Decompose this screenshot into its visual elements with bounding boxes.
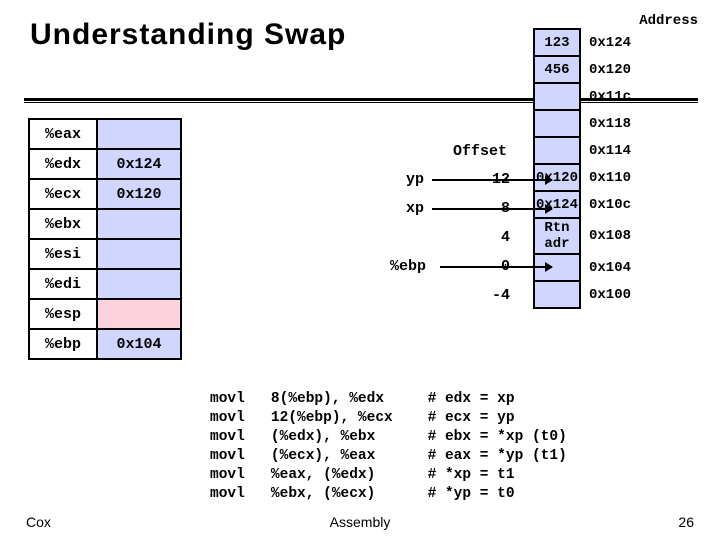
arrow-icon xyxy=(440,266,552,268)
assembly-code: movl 8(%ebp), %edx # edx = xp movl 12(%e… xyxy=(210,390,567,504)
table-row: %edx0x124 xyxy=(29,149,181,179)
footer-center: Assembly xyxy=(0,514,720,530)
reg-name: %eax xyxy=(29,119,97,149)
reg-name: %esp xyxy=(29,299,97,329)
mem-cell: 0x120 xyxy=(534,164,580,191)
off-label: xp xyxy=(406,200,424,217)
mem-cell xyxy=(534,110,580,137)
mem-addr: 0x114 xyxy=(580,137,633,164)
table-row: %ecx0x120 xyxy=(29,179,181,209)
reg-name: %ecx xyxy=(29,179,97,209)
off-value: 4 xyxy=(480,229,510,246)
page-title: Understanding Swap xyxy=(30,18,346,52)
table-row: 0x100 xyxy=(534,281,633,308)
mem-addr: 0x104 xyxy=(580,254,633,281)
mem-cell: 0x124 xyxy=(534,191,580,218)
mem-addr: 0x124 xyxy=(580,29,633,56)
mem-addr: 0x118 xyxy=(580,110,633,137)
reg-value xyxy=(97,239,181,269)
mem-cell xyxy=(534,281,580,308)
reg-value xyxy=(97,209,181,239)
off-label: yp xyxy=(406,171,424,188)
reg-name: %ebx xyxy=(29,209,97,239)
reg-value: 0x104 xyxy=(97,329,181,359)
reg-name: %edi xyxy=(29,269,97,299)
mem-addr: 0x11c xyxy=(580,83,633,110)
mem-cell xyxy=(534,137,580,164)
reg-value: 0x124 xyxy=(97,149,181,179)
table-row: 0x114 xyxy=(534,137,633,164)
reg-value xyxy=(97,119,181,149)
offset-header: Offset xyxy=(453,143,507,160)
reg-value xyxy=(97,269,181,299)
mem-addr: 0x10c xyxy=(580,191,633,218)
mem-cell xyxy=(534,83,580,110)
table-row: 1230x124 xyxy=(534,29,633,56)
table-row: 4560x120 xyxy=(534,56,633,83)
reg-name: %ebp xyxy=(29,329,97,359)
address-header: Address xyxy=(639,14,698,29)
mem-addr: 0x110 xyxy=(580,164,633,191)
arrow-icon xyxy=(432,208,552,210)
table-row: Rtn adr0x108 xyxy=(534,218,633,254)
off-label: %ebp xyxy=(390,258,426,275)
table-row: %eax xyxy=(29,119,181,149)
table-row: %esi xyxy=(29,239,181,269)
mem-addr: 0x100 xyxy=(580,281,633,308)
off-value: -4 xyxy=(480,287,510,304)
reg-value: 0x120 xyxy=(97,179,181,209)
mem-addr: 0x120 xyxy=(580,56,633,83)
reg-name: %esi xyxy=(29,239,97,269)
table-row: %ebx xyxy=(29,209,181,239)
table-row: 0x118 xyxy=(534,110,633,137)
table-row: %edi xyxy=(29,269,181,299)
table-row: %esp xyxy=(29,299,181,329)
register-table: %eax %edx0x124 %ecx0x120 %ebx %esi %edi … xyxy=(28,118,182,360)
footer-right: 26 xyxy=(678,514,694,530)
reg-value xyxy=(97,299,181,329)
mem-cell: Rtn adr xyxy=(534,218,580,254)
mem-cell: 123 xyxy=(534,29,580,56)
table-row: 0x11c xyxy=(534,83,633,110)
arrow-icon xyxy=(432,179,552,181)
table-row: %ebp0x104 xyxy=(29,329,181,359)
reg-name: %edx xyxy=(29,149,97,179)
mem-addr: 0x108 xyxy=(580,218,633,254)
mem-cell: 456 xyxy=(534,56,580,83)
